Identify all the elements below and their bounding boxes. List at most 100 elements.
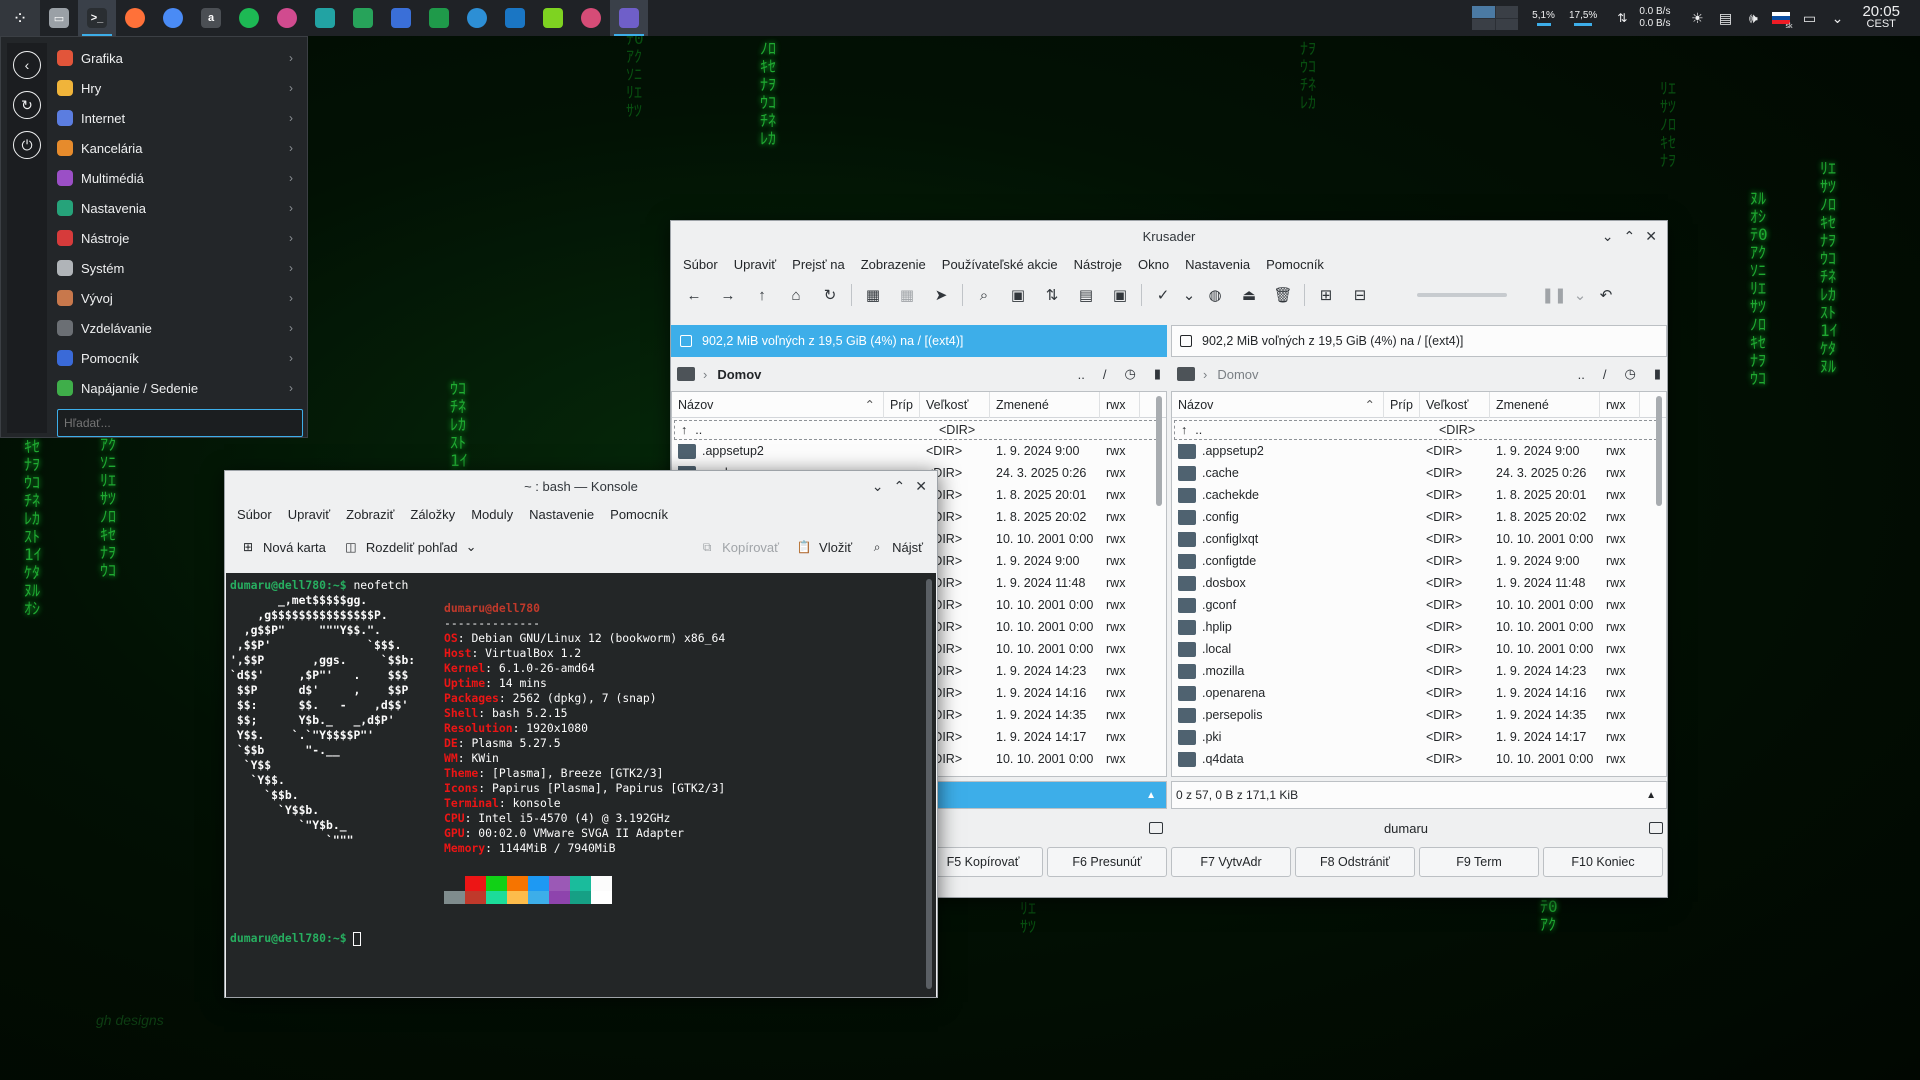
zoom-slider[interactable] [1417, 293, 1507, 297]
up-arrow-icon[interactable]: ↑ [745, 280, 779, 310]
volume-icon[interactable]: 🕪 [1742, 10, 1764, 27]
right-scrollbar[interactable] [1656, 396, 1662, 506]
task-document[interactable] [382, 0, 420, 36]
function-key-button[interactable]: F7 VytvAdr [1171, 847, 1291, 877]
column-size[interactable]: Veľkosť [920, 392, 990, 418]
menu-item[interactable]: Upraviť [726, 257, 784, 272]
file-row[interactable]: .cachekde <DIR> 1. 8. 2025 20:01 rwx [1172, 484, 1666, 506]
column-date[interactable]: Zmenené [990, 392, 1100, 418]
menu-search-input[interactable] [57, 409, 303, 437]
function-key-button[interactable]: F10 Koniec [1543, 847, 1663, 877]
file-row[interactable]: .q4data <DIR> 10. 10. 2001 0:00 rwx [1172, 748, 1666, 770]
keyboard-layout-flag-icon[interactable]: sk [1770, 12, 1792, 30]
task-color-wheel[interactable] [268, 0, 306, 36]
find-button[interactable]: ⌕ Nájsť [870, 540, 923, 555]
column-size[interactable]: Veľkosť [1420, 392, 1490, 418]
checkmark-icon[interactable]: ✓ [1146, 280, 1180, 310]
clipboard-icon[interactable]: ▤ [1714, 10, 1736, 27]
menu-item[interactable]: Nastavenie [521, 507, 602, 522]
history-icon[interactable]: ◷ [1125, 366, 1136, 382]
mount-icon[interactable]: ⏏ [1232, 280, 1266, 310]
file-row[interactable]: .cache <DIR> 24. 3. 2025 0:26 rwx [1172, 462, 1666, 484]
memory-monitor[interactable]: 17,5% [1569, 10, 1597, 26]
task-globe[interactable] [458, 0, 496, 36]
network-speed[interactable]: 0.0 B/s 0.0 B/s [1639, 6, 1670, 30]
menu-category[interactable]: Nástroje › [51, 223, 303, 253]
command-line-user[interactable]: dumaru [1171, 821, 1641, 836]
task-files[interactable]: ▭ [40, 0, 78, 36]
menu-item[interactable]: Upraviť [280, 507, 338, 522]
file-row[interactable]: .appsetup2 <DIR> 1. 9. 2024 9:00 rwx [672, 440, 1166, 462]
menu-item[interactable]: Zobraziť [338, 507, 402, 522]
left-free-space-bar[interactable]: 902,2 MiB voľných z 19,5 GiB (4%) na / [… [671, 325, 1167, 357]
split-view-button[interactable]: ◫ Rozdeliť pohľad ⌄ [344, 539, 476, 555]
menu-item[interactable]: Zobrazenie [853, 257, 934, 272]
pause-dropdown-icon[interactable]: ⌄ [1571, 280, 1589, 310]
new-tab-button[interactable]: ⊞ Nová karta [241, 540, 326, 555]
menu-category[interactable]: Napájanie / Sedenie › [51, 373, 303, 403]
file-row[interactable]: .configtde <DIR> 1. 9. 2024 9:00 rwx [1172, 550, 1666, 572]
checkmark-dropdown-icon[interactable]: ⌄ [1180, 280, 1198, 310]
close-icon[interactable]: ✕ [915, 478, 927, 495]
function-key-button[interactable]: F6 Presunúť [1047, 847, 1167, 877]
cpu-monitor[interactable]: 5,1% [1532, 10, 1555, 26]
copy-button[interactable]: ⧉ Kopírovať [700, 540, 779, 555]
file-row[interactable]: .mozilla <DIR> 1. 9. 2024 14:23 rwx [1172, 660, 1666, 682]
up-dir-dots[interactable]: .. [1578, 367, 1585, 382]
bookmark-icon[interactable]: ▮ [1654, 366, 1661, 382]
function-key-button[interactable]: F5 Kopírovať [923, 847, 1043, 877]
back-icon[interactable]: ‹ [13, 51, 41, 79]
digital-clock[interactable]: 20:05 CEST [1862, 4, 1900, 31]
root-slash[interactable]: / [1103, 367, 1107, 382]
menu-category[interactable]: Hry › [51, 73, 303, 103]
minimize-icon[interactable]: ⌄ [872, 478, 884, 495]
file-row[interactable]: .hplip <DIR> 10. 10. 2001 0:00 rwx [1172, 616, 1666, 638]
column-date[interactable]: Zmenené [1490, 392, 1600, 418]
search-icon[interactable]: ⌕ [967, 280, 1001, 310]
task-screenshot[interactable] [306, 0, 344, 36]
maximize-icon[interactable]: ⌃ [1624, 228, 1636, 245]
undo-icon[interactable]: ↶ [1589, 280, 1623, 310]
close-icon[interactable]: ✕ [1645, 228, 1657, 245]
terminal-scrollbar[interactable] [926, 579, 932, 989]
right-file-list[interactable]: Názov ⌃ Príp Veľkosť Zmenené rwx ↑.. <DIR… [1171, 391, 1667, 777]
right-path-bar[interactable]: › Domov .. / ◷ ▮ [1171, 357, 1667, 391]
extract-icon[interactable]: ▣ [1103, 280, 1137, 310]
unselect-icon[interactable]: ▦ [890, 280, 924, 310]
pointer-icon[interactable]: ➤ [924, 280, 958, 310]
menu-item[interactable]: Okno [1130, 257, 1177, 272]
archive-icon[interactable]: ▤ [1069, 280, 1103, 310]
menu-item[interactable]: Moduly [463, 507, 521, 522]
task-chromium[interactable] [154, 0, 192, 36]
menu-category[interactable]: Pomocník › [51, 343, 303, 373]
chevron-down-icon[interactable]: ⌄ [1826, 10, 1848, 27]
menu-item[interactable]: Pomocník [1258, 257, 1332, 272]
task-konsole[interactable]: >_ [78, 0, 116, 36]
task-spotify[interactable] [230, 0, 268, 36]
up-dir-dots[interactable]: .. [1078, 367, 1085, 382]
file-row[interactable]: .pki <DIR> 1. 9. 2024 14:17 rwx [1172, 726, 1666, 748]
history-icon[interactable]: ◷ [1625, 366, 1636, 382]
column-ext[interactable]: Príp [1384, 392, 1420, 418]
menu-category[interactable]: Grafika › [51, 43, 303, 73]
add-icon[interactable]: ⊞ [1309, 280, 1343, 310]
home-icon[interactable]: ⌂ [779, 280, 813, 310]
maximize-icon[interactable]: ⌃ [894, 478, 906, 495]
menu-item[interactable]: Záložky [402, 507, 463, 522]
file-row[interactable]: .appsetup2 <DIR> 1. 9. 2024 9:00 rwx [1172, 440, 1666, 462]
function-key-button[interactable]: F8 Odstrániť [1295, 847, 1415, 877]
remove-icon[interactable]: ⊟ [1343, 280, 1377, 310]
paste-button[interactable]: 📋 Vložiť [797, 540, 853, 555]
konsole-titlebar[interactable]: ~ : bash — Konsole ⌄ ⌃ ✕ [225, 471, 937, 501]
menu-category[interactable]: Kancelária › [51, 133, 303, 163]
task-rss[interactable] [344, 0, 382, 36]
globe-icon[interactable]: ◍ [1198, 280, 1232, 310]
sync-icon[interactable]: ⇅ [1035, 280, 1069, 310]
menu-item[interactable]: Nástroje [1066, 257, 1130, 272]
power-icon[interactable]: ⏻ [13, 131, 41, 159]
menu-item[interactable]: Používateľské akcie [934, 257, 1066, 272]
app-launcher-icon[interactable]: ⁘ [0, 0, 40, 36]
trash-icon[interactable]: 🗑 [1266, 280, 1300, 310]
terminal-view[interactable]: dumaru@dell780:~$ neofetch _,met$$$$$gg.… [226, 573, 936, 997]
menu-category[interactable]: Internet › [51, 103, 303, 133]
